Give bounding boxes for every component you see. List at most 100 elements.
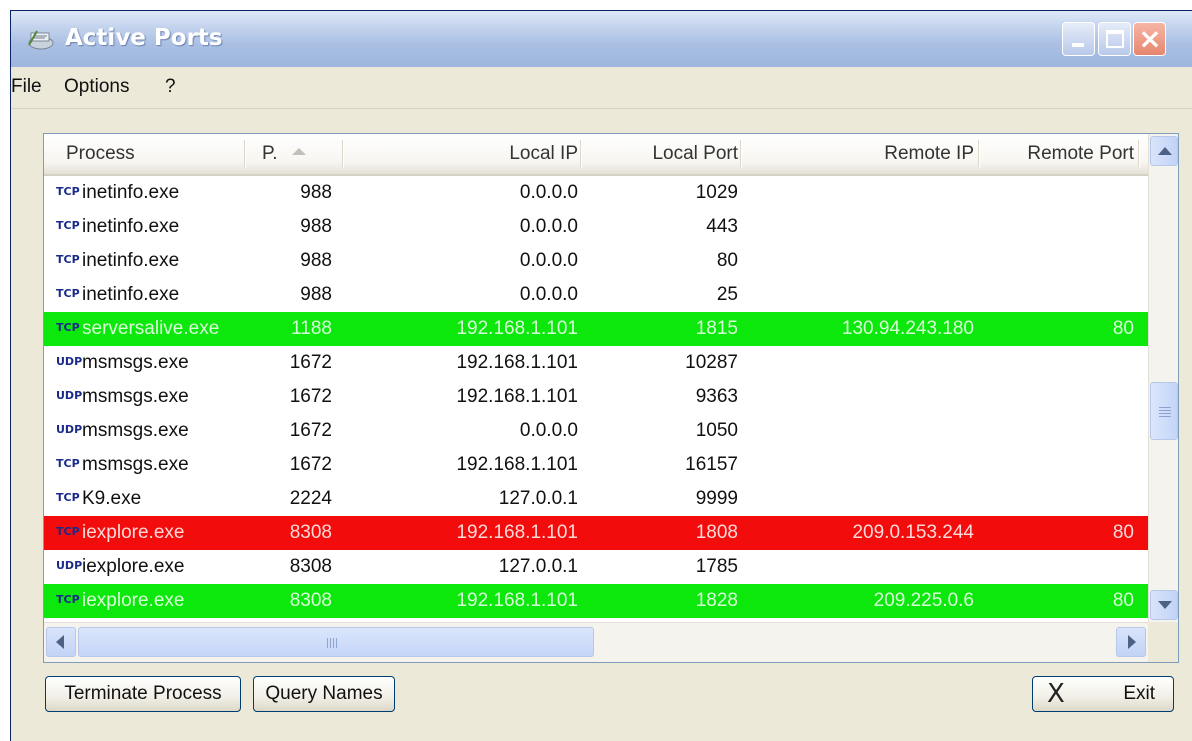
table-row[interactable]: TCP inetinfo.exe 988 0.0.0.0 25: [44, 278, 1148, 312]
grip-icon: [327, 638, 339, 648]
cell-local-port: 1808: [695, 522, 738, 543]
scroll-down-button[interactable]: [1150, 590, 1178, 620]
cell-remote-port: [982, 414, 1134, 448]
cell-remote-port: [982, 482, 1134, 516]
cell-process: inetinfo.exe: [82, 250, 180, 271]
table-row[interactable]: TCP msmsgs.exe 1672 192.168.1.101 16157: [44, 448, 1148, 482]
cell-remote-port: [982, 550, 1134, 584]
protocol-badge: TCP: [56, 593, 80, 606]
cell-remote-port: [982, 380, 1134, 414]
chevron-down-icon: [1158, 601, 1172, 609]
cell-local-ip: 0.0.0.0: [519, 182, 578, 203]
cell-remote-ip: [744, 482, 974, 516]
query-names-button[interactable]: Query Names: [253, 676, 395, 712]
cell-remote-port: [982, 176, 1134, 210]
cell-remote-ip: [744, 414, 974, 448]
title-bar[interactable]: Active Ports ×: [11, 11, 1192, 67]
cell-local-port: 25: [716, 284, 738, 305]
column-header-local-port[interactable]: Local Port: [584, 134, 738, 174]
cell-remote-port: [982, 278, 1134, 312]
table-row[interactable]: UDP msmsgs.exe 1672 192.168.1.101 9363: [44, 380, 1148, 414]
table-row[interactable]: TCP iexplore.exe 8308 192.168.1.101 1828 209.…: [44, 584, 1148, 618]
cell-remote-port: 80: [1112, 522, 1134, 543]
list-rows: TCP inetinfo.exe 988 0.0.0.0 1029 TCP inetinfo…: [44, 176, 1148, 621]
cell-local-port: 443: [706, 216, 738, 237]
maximize-button[interactable]: [1098, 22, 1131, 56]
cell-pid: 8308: [289, 590, 332, 611]
cell-remote-ip: [744, 176, 974, 210]
cell-local-ip: 192.168.1.101: [456, 386, 578, 407]
cell-pid: 2224: [289, 488, 332, 509]
column-divider[interactable]: [244, 140, 246, 168]
column-divider[interactable]: [580, 140, 582, 168]
close-icon: ×: [1138, 22, 1162, 55]
column-header-remote-port-label: Remote Port: [1027, 143, 1134, 164]
vertical-scroll-thumb[interactable]: [1150, 382, 1178, 440]
protocol-badge: TCP: [56, 253, 80, 266]
cell-local-port: 1828: [695, 590, 738, 611]
table-row[interactable]: UDP iexplore.exe 8308 127.0.0.1 1785: [44, 550, 1148, 584]
close-button[interactable]: ×: [1133, 22, 1166, 56]
ports-list[interactable]: Process P. Local IP Local Port Remote IP…: [43, 133, 1179, 663]
cell-pid: 988: [300, 216, 332, 237]
exit-button-label: Exit: [1123, 683, 1155, 704]
cell-pid: 988: [300, 182, 332, 203]
table-row[interactable]: TCP K9.exe 2224 127.0.0.1 9999: [44, 482, 1148, 516]
cell-local-ip: 0.0.0.0: [519, 284, 578, 305]
cell-pid: 1672: [289, 454, 332, 475]
vertical-scrollbar[interactable]: [1148, 134, 1178, 622]
cell-process: iexplore.exe: [82, 522, 185, 543]
menu-file[interactable]: File: [11, 76, 42, 98]
column-header-process[interactable]: Process: [66, 134, 135, 174]
grip-icon: [1159, 407, 1171, 417]
cell-local-ip: 127.0.0.1: [498, 488, 578, 509]
cell-local-port: 10287: [685, 352, 738, 373]
column-header-local-ip[interactable]: Local IP: [344, 134, 578, 174]
scroll-left-button[interactable]: [46, 627, 76, 657]
table-row[interactable]: TCP inetinfo.exe 988 0.0.0.0 443: [44, 210, 1148, 244]
cell-process: serversalive.exe: [82, 318, 220, 339]
cell-remote-ip: [744, 448, 974, 482]
column-header-remote-port[interactable]: Remote Port: [982, 134, 1134, 174]
cell-local-port: 1029: [695, 182, 738, 203]
cell-process: K9.exe: [82, 488, 142, 509]
active-ports-window: Active Ports × File Options ? Process P.…: [10, 10, 1192, 741]
cell-local-port: 16157: [685, 454, 738, 475]
cell-local-port: 1785: [695, 556, 738, 577]
cell-local-ip: 192.168.1.101: [456, 590, 578, 611]
cell-local-port: 80: [716, 250, 738, 271]
terminate-process-button[interactable]: Terminate Process: [45, 676, 241, 712]
horizontal-scroll-thumb[interactable]: [78, 627, 594, 657]
column-header-pid[interactable]: P.: [262, 134, 306, 174]
table-row[interactable]: TCP iexplore.exe 8308 192.168.1.101 1808 209.…: [44, 516, 1148, 550]
cell-remote-ip: [744, 346, 974, 380]
cell-process: iexplore.exe: [82, 590, 185, 611]
window-title: Active Ports: [65, 25, 223, 51]
table-row[interactable]: TCP inetinfo.exe 988 0.0.0.0 80: [44, 244, 1148, 278]
cell-pid: 988: [300, 250, 332, 271]
cell-local-ip: 192.168.1.101: [456, 318, 578, 339]
minimize-button[interactable]: [1062, 22, 1095, 56]
column-divider[interactable]: [740, 140, 742, 168]
cell-pid: 988: [300, 284, 332, 305]
table-row[interactable]: UDP msmsgs.exe 1672 192.168.1.101 10287: [44, 346, 1148, 380]
cell-process: inetinfo.exe: [82, 182, 180, 203]
horizontal-scrollbar[interactable]: [44, 622, 1148, 662]
exit-button[interactable]: X Exit: [1032, 676, 1174, 712]
scroll-up-button[interactable]: [1150, 136, 1178, 166]
column-header-remote-ip[interactable]: Remote IP: [744, 134, 974, 174]
menu-options[interactable]: Options: [64, 76, 129, 98]
column-divider[interactable]: [978, 140, 980, 168]
column-divider[interactable]: [1138, 140, 1140, 168]
menu-help[interactable]: ?: [165, 76, 176, 98]
column-header-pid-label: P.: [262, 143, 278, 164]
cell-pid: 1672: [289, 386, 332, 407]
cell-process: msmsgs.exe: [82, 352, 189, 373]
table-row[interactable]: UDP msmsgs.exe 1672 0.0.0.0 1050: [44, 414, 1148, 448]
chevron-right-icon: [1128, 635, 1136, 649]
table-row[interactable]: TCP serversalive.exe 1188 192.168.1.101 1815…: [44, 312, 1148, 346]
cell-local-port: 9999: [695, 488, 738, 509]
table-row[interactable]: TCP inetinfo.exe 988 0.0.0.0 1029: [44, 176, 1148, 210]
scroll-right-button[interactable]: [1116, 627, 1146, 657]
cell-pid: 1672: [289, 420, 332, 441]
